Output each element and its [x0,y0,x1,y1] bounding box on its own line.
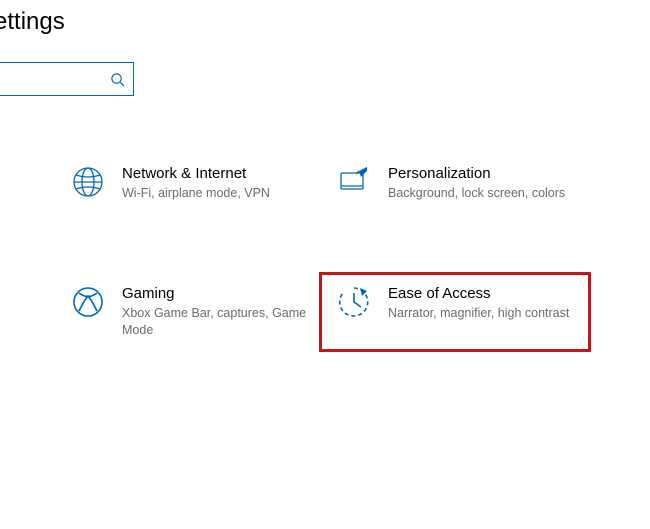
tile-network[interactable]: Network & Internet Wi-Fi, airplane mode,… [56,155,322,215]
tile-sub: Background, lock screen, colors [388,185,576,202]
tile-title: urity [0,419,44,436]
tile-personalization[interactable]: Personalization Background, lock screen,… [322,155,588,215]
search-box[interactable] [0,62,134,96]
tile-sub: ate [0,305,44,322]
tile-title: age [0,285,44,302]
tile-sub: Xbox Game Bar, captures, Game Mode [122,305,310,339]
tile-sub: recovery, [0,439,44,456]
search-input[interactable] [0,63,101,95]
settings-grid: , iPhone Network & Internet Wi-Fi, airpl… [0,155,650,529]
search-icon[interactable] [101,72,133,87]
ease-of-access-icon [334,285,374,325]
tile-title: Network & Internet [122,165,310,182]
tile-ease-of-access[interactable]: Ease of Access Narrator, magnifier, high… [322,275,588,349]
tile-phone[interactable]: , iPhone [0,155,56,215]
tile-gaming[interactable]: Gaming Xbox Game Bar, captures, Game Mod… [56,275,322,349]
page-title: Settings [0,8,65,36]
tile-security-partial[interactable]: urity recovery, [0,409,56,469]
tile-title: Ease of Access [388,285,576,302]
globe-icon [68,165,108,205]
tile-title: Personalization [388,165,576,182]
tile-storage-partial[interactable]: age ate [0,275,56,349]
xbox-icon [68,285,108,325]
tile-sub: , iPhone [0,168,44,185]
tile-sub: Narrator, magnifier, high contrast [388,305,576,322]
paintbrush-icon [334,165,374,205]
tile-sub: Wi-Fi, airplane mode, VPN [122,185,310,202]
tile-title: Gaming [122,285,310,302]
